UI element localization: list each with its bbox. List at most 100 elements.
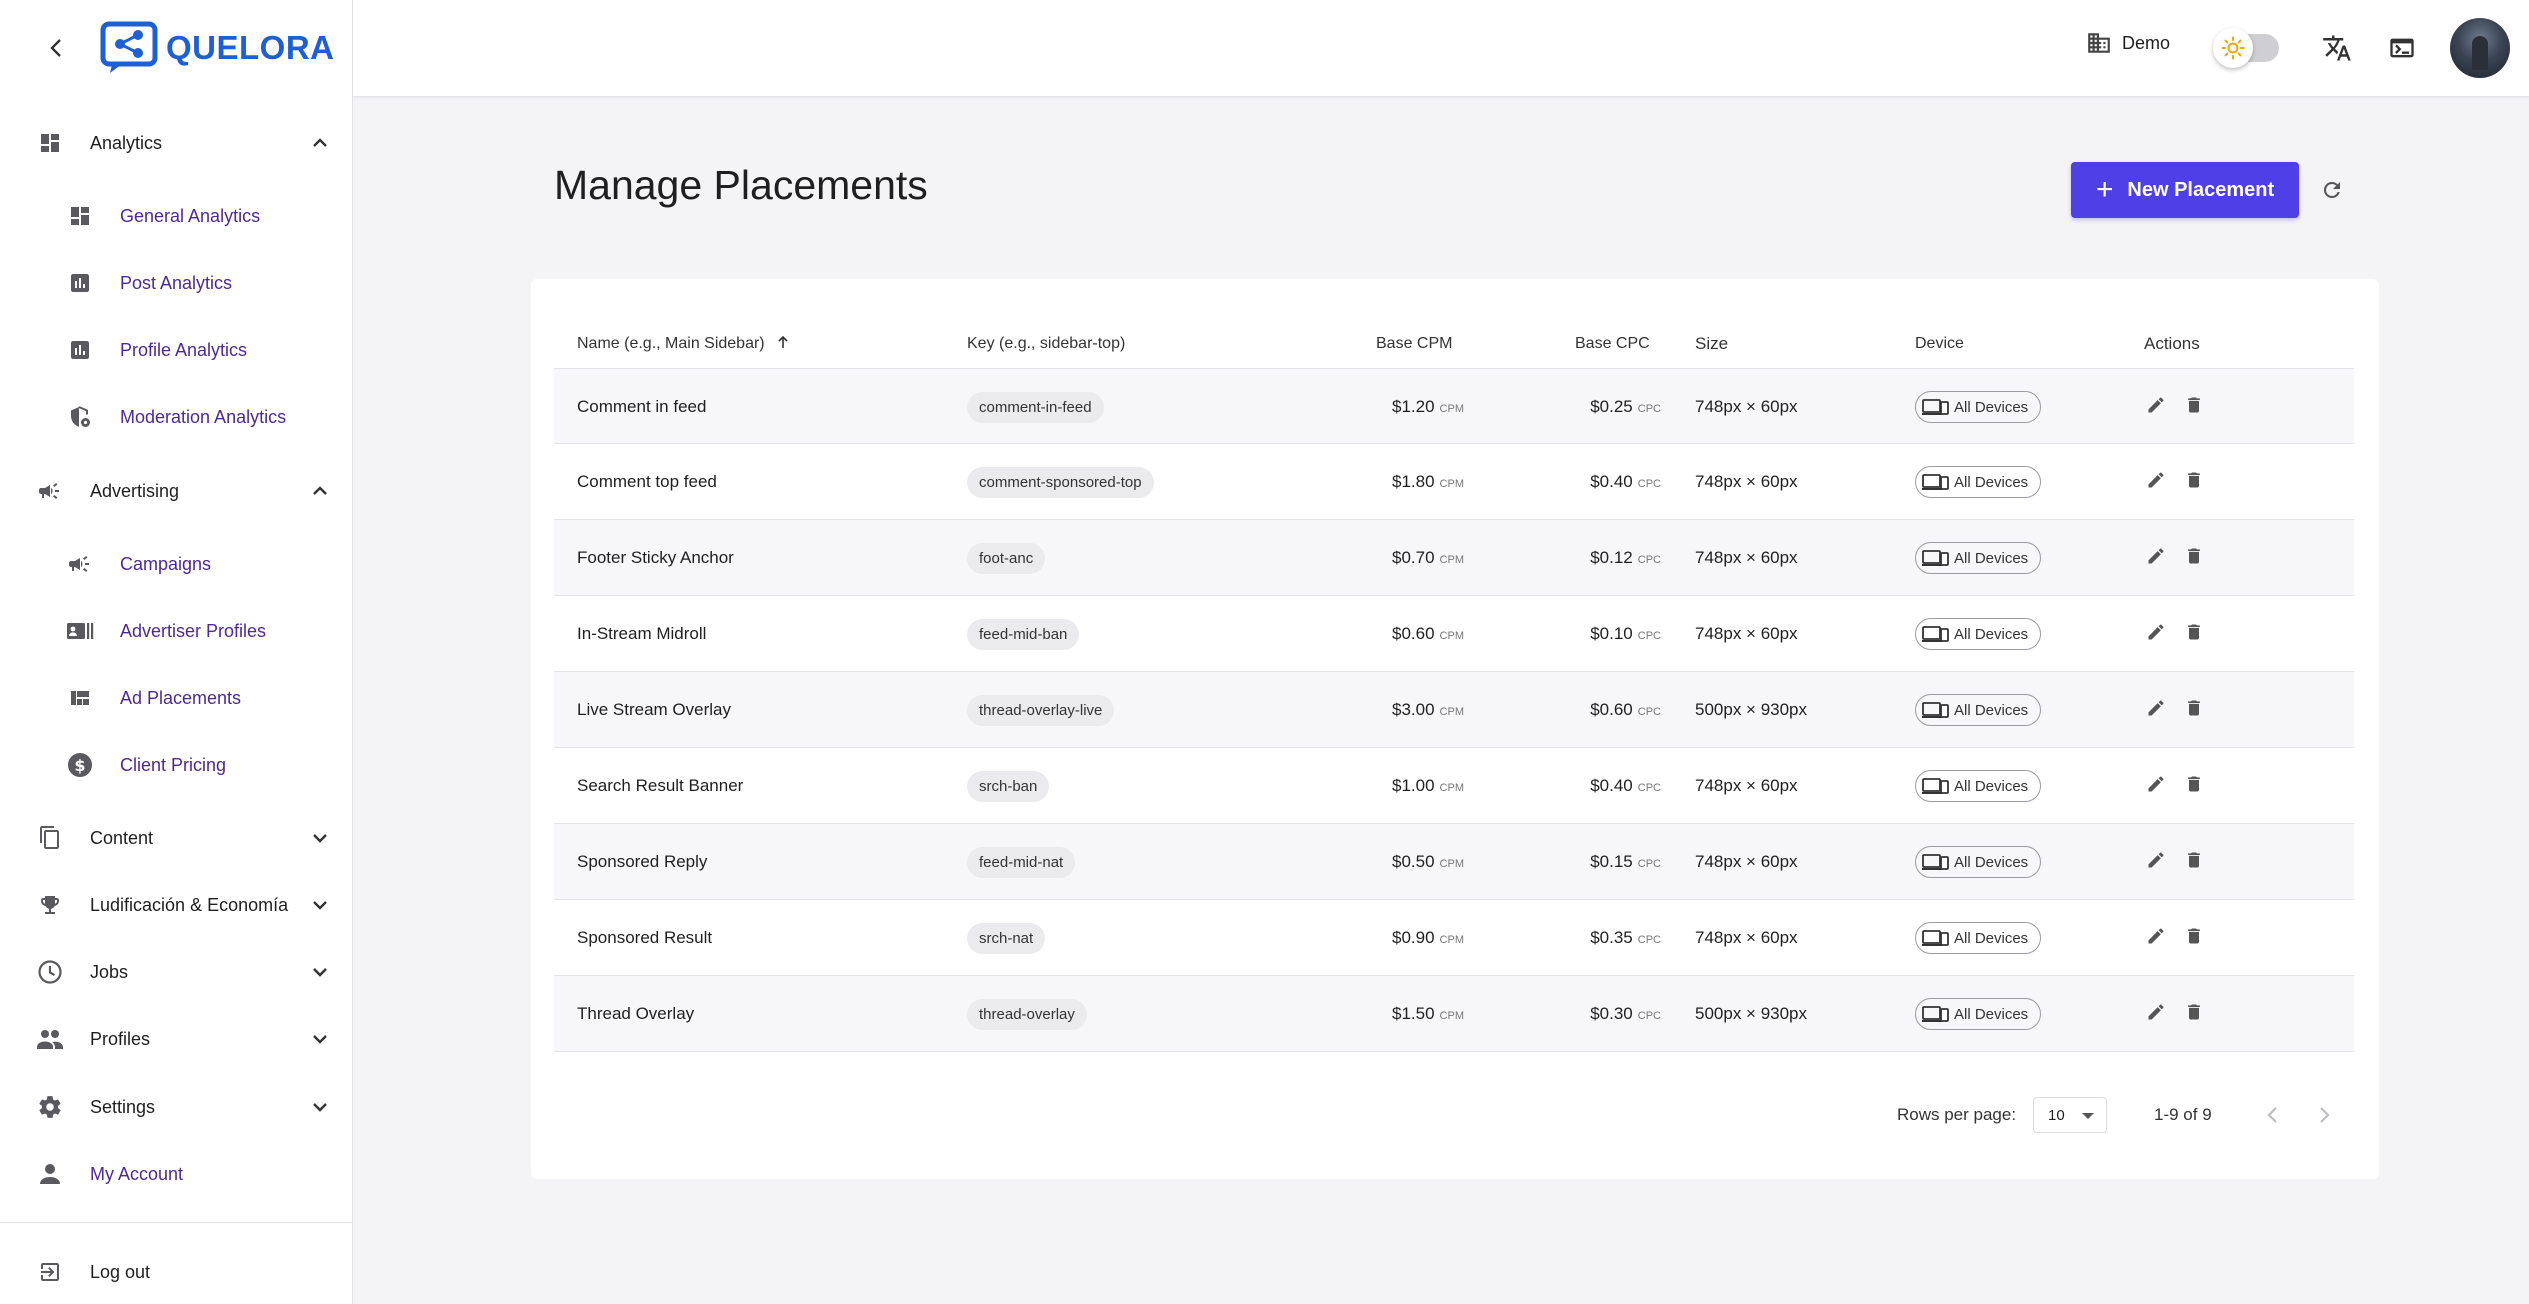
bar-chart-icon xyxy=(66,336,94,364)
cell-size: 748px × 60px xyxy=(1695,472,1798,491)
translate-button[interactable] xyxy=(2321,32,2353,64)
sidebar-item-general-analytics[interactable]: General Analytics xyxy=(0,188,353,244)
cpc-unit: CPC xyxy=(1637,705,1661,718)
cell-size: 748px × 60px xyxy=(1695,776,1798,795)
table-row[interactable]: Search Result Banner srch-ban $1.00 CPM $0.4… xyxy=(554,748,2354,824)
next-page-button[interactable] xyxy=(2311,1101,2339,1129)
sidebar: QUELORA Analytics General Analytics Post… xyxy=(0,0,353,1304)
delete-button[interactable] xyxy=(2180,544,2208,572)
sidebar-divider xyxy=(0,1222,353,1223)
previous-page-button[interactable] xyxy=(2258,1101,2286,1129)
sun-icon xyxy=(2213,28,2253,68)
delete-button[interactable] xyxy=(2180,924,2208,952)
cell-cpc: $0.10 CPC xyxy=(1514,596,1661,672)
col-header-cpm[interactable]: Base CPM xyxy=(1376,335,1452,353)
sidebar-section-advertising[interactable]: Advertising xyxy=(0,463,353,519)
sidebar-section-ludificacion[interactable]: Ludificación & Economía xyxy=(0,877,353,933)
table-row[interactable]: Sponsored Result srch-nat $0.90 CPM $0.35 CPC… xyxy=(554,900,2354,976)
logout-label: Log out xyxy=(90,1261,151,1282)
sidebar-section-profiles[interactable]: Profiles xyxy=(0,1011,353,1067)
sidebar-section-label: Advertising xyxy=(90,480,180,501)
delete-button[interactable] xyxy=(2180,620,2208,648)
delete-button[interactable] xyxy=(2180,772,2208,800)
cell-name: Comment in feed xyxy=(577,397,707,416)
cell-name: Footer Sticky Anchor xyxy=(577,548,734,567)
delete-button[interactable] xyxy=(2180,848,2208,876)
cpm-unit: CPM xyxy=(1439,1009,1464,1022)
sidebar-item-campaigns[interactable]: Campaigns xyxy=(0,536,353,592)
new-placement-button[interactable]: + New Placement xyxy=(2071,162,2299,218)
delete-button[interactable] xyxy=(2180,1000,2208,1028)
sidebar-section-analytics[interactable]: Analytics xyxy=(0,115,353,171)
edit-button[interactable] xyxy=(2142,393,2170,421)
edit-button[interactable] xyxy=(2142,620,2170,648)
theme-toggle[interactable] xyxy=(2213,28,2279,68)
col-header-key[interactable]: Key (e.g., sidebar-top) xyxy=(967,335,1125,353)
edit-button[interactable] xyxy=(2142,772,2170,800)
rows-per-page-select[interactable]: 10 xyxy=(2033,1097,2107,1133)
user-avatar[interactable] xyxy=(2450,18,2510,78)
delete-button[interactable] xyxy=(2180,468,2208,496)
cell-name: Live Stream Overlay xyxy=(577,700,731,719)
table-row[interactable]: In-Stream Midroll feed-mid-ban $0.60 CPM $0.… xyxy=(554,596,2354,672)
delete-button[interactable] xyxy=(2180,696,2208,724)
sidebar-item-client-pricing[interactable]: $ Client Pricing xyxy=(0,737,353,793)
sidebar-section-jobs[interactable]: Jobs xyxy=(0,944,353,1000)
cell-device: All Devices xyxy=(1915,444,2042,520)
table-row[interactable]: Footer Sticky Anchor foot-anc $0.70 CPM $0.1… xyxy=(554,520,2354,596)
sidebar-item-advertiser-profiles[interactable]: Advertiser Profiles xyxy=(0,603,353,659)
devices-icon xyxy=(1922,474,1949,490)
sidebar-section-settings[interactable]: Settings xyxy=(0,1079,353,1135)
terminal-button[interactable] xyxy=(2386,32,2418,64)
cell-device: All Devices xyxy=(1915,824,2042,900)
cell-name: Comment top feed xyxy=(577,472,717,491)
delete-button[interactable] xyxy=(2180,393,2208,421)
top-app-bar: Demo xyxy=(353,0,2529,97)
sidebar-item-ad-placements[interactable]: Ad Placements xyxy=(0,670,353,726)
sidebar-item-post-analytics[interactable]: Post Analytics xyxy=(0,255,353,311)
cell-cpc: $0.30 CPC xyxy=(1514,976,1661,1052)
edit-button[interactable] xyxy=(2142,468,2170,496)
trash-icon xyxy=(2184,698,2204,723)
brand-logo[interactable]: QUELORA xyxy=(100,21,335,75)
brand-name: QUELORA xyxy=(166,29,335,66)
pencil-icon xyxy=(2146,622,2166,647)
cell-key: comment-in-feed xyxy=(967,369,1104,445)
table-row[interactable]: Live Stream Overlay thread-overlay-live $3… xyxy=(554,672,2354,748)
pencil-icon xyxy=(2146,698,2166,723)
cell-key: feed-mid-nat xyxy=(967,824,1076,900)
edit-button[interactable] xyxy=(2142,696,2170,724)
pencil-icon xyxy=(2146,395,2166,420)
edit-button[interactable] xyxy=(2142,1000,2170,1028)
cpc-unit: CPC xyxy=(1637,933,1661,946)
table-row[interactable]: Sponsored Reply feed-mid-nat $0.50 CPM $0.15… xyxy=(554,824,2354,900)
collapse-sidebar-button[interactable] xyxy=(42,34,70,62)
sidebar-header: QUELORA xyxy=(0,0,352,96)
devices-icon xyxy=(1922,1006,1949,1022)
cell-device: All Devices xyxy=(1915,369,2042,445)
table-row[interactable]: Comment in feed comment-in-feed $1.20 CPM $0… xyxy=(554,368,2354,444)
trash-icon xyxy=(2184,470,2204,495)
tenant-selector[interactable]: Demo xyxy=(2086,30,2170,56)
refresh-button[interactable] xyxy=(2318,176,2346,204)
cell-actions xyxy=(2142,824,2208,900)
table-row[interactable]: Comment top feed comment-sponsored-top $1.… xyxy=(554,444,2354,520)
cpm-unit: CPM xyxy=(1439,477,1464,490)
key-chip: thread-overlay xyxy=(967,998,1087,1030)
col-header-name[interactable]: Name (e.g., Main Sidebar) xyxy=(577,335,789,353)
cpc-value: $0.40 xyxy=(1590,472,1633,491)
sidebar-item-my-account[interactable]: My Account xyxy=(0,1146,353,1202)
cell-name: Sponsored Reply xyxy=(577,852,708,871)
table-row[interactable]: Thread Overlay thread-overlay $1.50 CPM $0.3… xyxy=(554,976,2354,1052)
logout-button[interactable]: Log out xyxy=(0,1244,353,1300)
edit-button[interactable] xyxy=(2142,544,2170,572)
col-header-size[interactable]: Size xyxy=(1695,334,1728,354)
edit-button[interactable] xyxy=(2142,848,2170,876)
col-header-cpc[interactable]: Base CPC xyxy=(1575,335,1650,353)
col-header-device[interactable]: Device xyxy=(1915,335,1964,353)
sidebar-item-moderation-analytics[interactable]: Moderation Analytics xyxy=(0,389,353,445)
sidebar-section-content[interactable]: Content xyxy=(0,810,353,866)
sidebar-item-profile-analytics[interactable]: Profile Analytics xyxy=(0,322,353,378)
edit-button[interactable] xyxy=(2142,924,2170,952)
cpm-unit: CPM xyxy=(1439,857,1464,870)
